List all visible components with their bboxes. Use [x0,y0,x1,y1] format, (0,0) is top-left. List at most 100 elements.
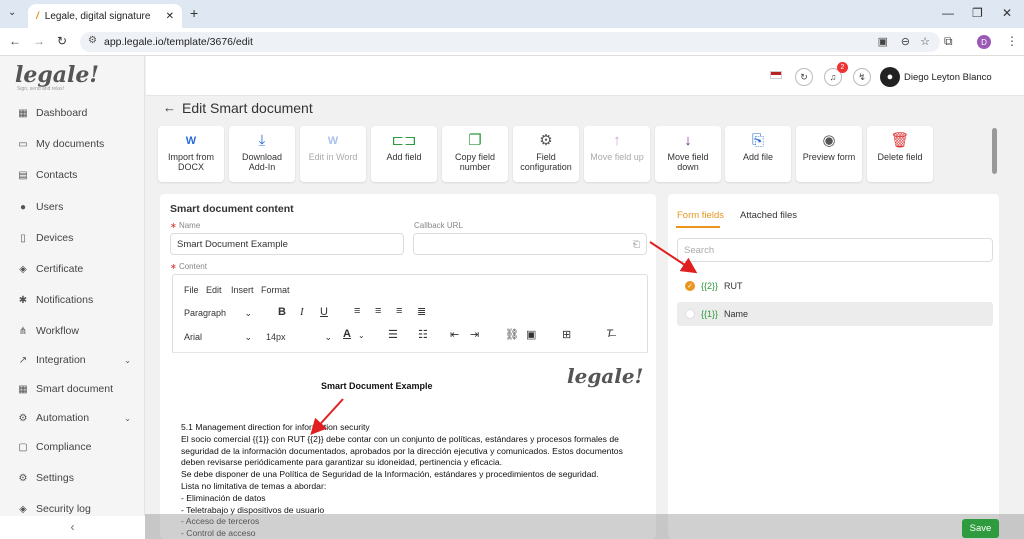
browser-tab[interactable]: / Legale, digital signature ✕ [28,4,182,28]
indent-button[interactable]: ⇥ [470,328,479,341]
toolbar-button-label: Copy field number [454,152,496,172]
delete-field-button[interactable]: 🗑 Delete field [867,126,933,182]
menu-file[interactable]: File [184,285,199,295]
field-item-rut[interactable]: ✓ {{2}} RUT [677,276,993,296]
collapse-sidebar-button[interactable]: ‹ [0,516,145,539]
tab-form-fields[interactable]: Form fields [677,210,724,221]
sidebar-item-my-documents[interactable]: ▭ My documents [0,133,145,155]
sidebar-item-settings[interactable]: ⚙ Settings [0,467,145,489]
copy-field-number-button[interactable]: ❐ Copy field number [442,126,508,182]
sidebar-item-users[interactable]: ● Users [0,196,145,218]
sidebar-item-integration[interactable]: ↗ Integration ⌄ [0,349,145,371]
toolbar-scrollbar[interactable] [992,128,997,174]
underline-button[interactable]: U [320,306,328,318]
field-search-input[interactable]: Search [677,238,993,262]
sidebar-item-label: Workflow [36,325,79,337]
numbered-list-button[interactable]: ☷ [418,328,428,341]
close-tab-icon[interactable]: ✕ [166,11,174,22]
sidebar-item-smart-document[interactable]: ▦ Smart document [0,378,145,400]
move-field-down-button[interactable]: ↓ Move field down [655,126,721,182]
grid-icon: ▦ [18,383,28,395]
link-icon: ⎗ [632,238,640,249]
clear-format-button[interactable]: T̶ [606,328,613,340]
site-settings-icon[interactable]: ⚙ [88,35,97,46]
brand-logo[interactable]: legale! [15,62,99,88]
user-name[interactable]: Diego Leyton Blanco [904,72,992,83]
close-window-icon[interactable]: ✕ [1002,6,1012,20]
sidebar-item-contacts[interactable]: ▤ Contacts [0,164,145,186]
new-tab-button[interactable]: + [190,5,198,21]
sidebar-item-automation[interactable]: ⚙ Automation ⌄ [0,407,145,429]
minimize-icon[interactable]: — [942,6,954,20]
bullet-list-button[interactable]: ☰ [388,328,398,341]
align-center-button[interactable]: ≡ [375,305,381,317]
chevron-down-icon[interactable]: ⌄ [124,356,131,365]
image-button[interactable]: ▣ [526,328,536,341]
field-configuration-button[interactable]: ⚙ Field configuration [513,126,579,182]
toolbar-button-label: Download Add-In [241,152,283,172]
tab-list-icon[interactable]: ⌄ [8,7,16,18]
bookmark-star-icon[interactable]: ☆ [920,35,930,48]
address-bar[interactable]: ⚙ app.legale.io/template/3676/edit ▣ ⊖ ☆ [80,32,940,52]
chevron-down-icon[interactable]: ⌄ [124,414,131,423]
menu-insert[interactable]: Insert [231,285,254,295]
font-size-select[interactable]: 14px ⌄ [262,329,336,345]
add-field-icon: ⊏⊐ [391,132,417,149]
align-left-button[interactable]: ≡ [354,305,360,317]
zoom-icon[interactable]: ⊖ [901,35,910,48]
tab-attached-files[interactable]: Attached files [740,210,797,221]
extensions-icon[interactable]: ⧉ [944,34,953,49]
align-right-button[interactable]: ≡ [396,305,402,317]
field-item-name[interactable]: {{1}} Name [677,302,993,326]
menu-format[interactable]: Format [261,285,290,295]
add-file-button[interactable]: ⎘ Add file [725,126,791,182]
back-arrow-icon[interactable]: ← [163,100,176,115]
sidebar-item-devices[interactable]: ▯ Devices [0,227,145,249]
broadcast-icon[interactable]: ↯ [853,68,871,86]
profile-avatar[interactable]: D [977,35,991,49]
add-field-button[interactable]: ⊏⊐ Add field [371,126,437,182]
forward-icon[interactable]: → [33,34,45,48]
chevron-down-icon[interactable]: ⌄ [358,331,365,340]
font-family-select[interactable]: Arial ⌄ [180,329,256,345]
sidebar-item-notifications[interactable]: ✱ Notifications [0,289,145,311]
checked-icon[interactable]: ✓ [685,281,695,291]
link-button[interactable]: ⛓ [505,328,519,341]
callback-url-field[interactable]: ⎗ [413,233,647,255]
edit-in-word-button[interactable]: W Edit in Word [300,126,366,182]
toolbar-button-label: Edit in Word [308,152,358,162]
sidebar-item-certificate[interactable]: ◈ Certificate [0,258,145,280]
sidebar-item-label: Contacts [36,169,78,181]
block-format-select[interactable]: Paragraph ⌄ [180,305,256,321]
text-color-button[interactable]: A [343,328,351,340]
browser-menu-icon[interactable]: ⋮ [1006,34,1018,48]
import-from-docx-button[interactable]: W Import from DOCX [158,126,224,182]
gear-icon: ⚙ [18,412,28,424]
preview-form-button[interactable]: ◉ Preview form [796,126,862,182]
table-button[interactable]: ⊞ [562,328,571,341]
eye-icon: ◉ [822,132,836,149]
name-field[interactable]: Smart Document Example [170,233,404,255]
toolbar-button-label: Import from DOCX [167,152,214,172]
save-button[interactable]: Save [962,519,999,538]
italic-button[interactable]: I [300,306,304,318]
restore-icon[interactable]: ❐ [972,6,983,20]
sidebar-item-label: Compliance [36,441,92,453]
move-field-up-button[interactable]: ↑ Move field up [584,126,650,182]
sidebar-item-compliance[interactable]: ▢ Compliance [0,436,145,458]
outdent-button[interactable]: ⇤ [450,328,459,341]
reload-icon[interactable]: ↻ [57,34,67,48]
user-avatar-icon[interactable]: ● [880,67,900,87]
download-add-in-button[interactable]: ⤓ Download Add-In [229,126,295,182]
sidebar-item-workflow[interactable]: ⋔ Workflow [0,320,145,342]
sidebar-item-dashboard[interactable]: ▦ Dashboard [0,102,145,124]
justify-button[interactable]: ≣ [417,305,426,318]
install-icon[interactable]: ▣ [878,35,888,48]
support-icon[interactable]: ↻ [795,68,813,86]
back-icon[interactable]: ← [9,34,21,48]
unchecked-icon[interactable] [685,309,695,319]
toolbar-button-label: Move field up [590,152,644,162]
menu-edit[interactable]: Edit [206,285,222,295]
us-flag-icon[interactable] [770,71,782,79]
bold-button[interactable]: B [278,306,286,318]
